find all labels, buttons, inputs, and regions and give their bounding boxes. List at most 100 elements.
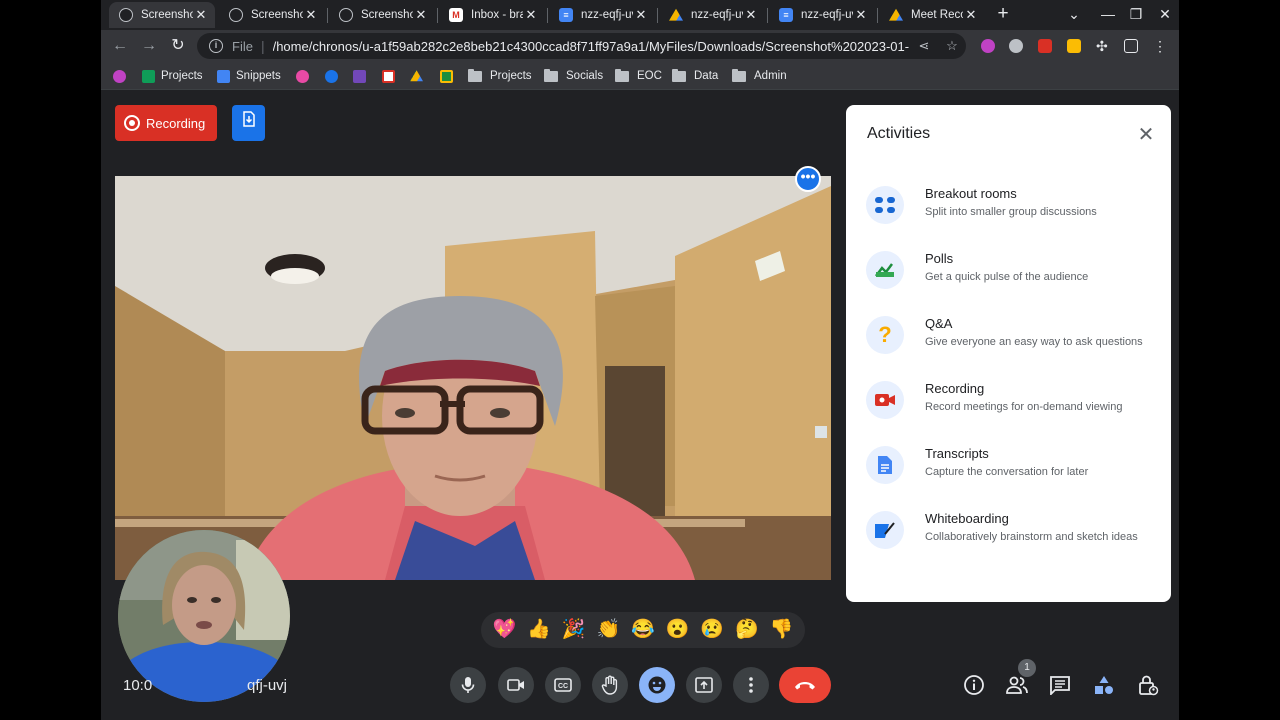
video-more-options-button[interactable]: ••• [795, 166, 821, 192]
leave-call-button[interactable] [779, 667, 831, 703]
reaction-sparkling-heart[interactable]: 💖 [489, 615, 519, 645]
extension-gray-icon[interactable] [1009, 39, 1023, 53]
info-icon[interactable]: i [209, 39, 223, 53]
tab-inbox[interactable]: M Inbox - bra ✕ [439, 2, 545, 28]
participant-video [115, 176, 831, 580]
raise-hand-icon [601, 675, 618, 695]
bookmark-forms[interactable] [353, 68, 372, 84]
close-tab-icon[interactable]: ✕ [413, 7, 429, 23]
bookmark-classroom[interactable] [440, 68, 459, 84]
side-panel-icon[interactable] [1124, 39, 1138, 53]
reactions-button[interactable] [639, 667, 675, 703]
close-tab-icon[interactable]: ✕ [193, 7, 209, 23]
close-panel-icon[interactable]: ✕ [1134, 123, 1158, 147]
forward-icon[interactable]: → [139, 36, 159, 56]
tab-screenshot-3[interactable]: Screenshot ✕ [329, 2, 435, 28]
meeting-details-button[interactable] [961, 672, 987, 698]
address-bar[interactable]: i File | /home/chronos/u-a1f59ab282c2e8b… [197, 33, 966, 59]
download-doc-icon [242, 111, 255, 127]
close-tab-icon[interactable]: ✕ [523, 7, 539, 23]
bookmark-snippets[interactable]: Snippets [217, 68, 281, 84]
bookmark-drive[interactable] [410, 68, 429, 84]
captions-button[interactable]: CC [545, 667, 581, 703]
reaction-party-popper[interactable]: 🎉 [559, 615, 589, 645]
extension-keep-icon[interactable] [1067, 39, 1081, 53]
activity-breakout-rooms[interactable]: Breakout rooms Split into smaller group … [866, 185, 1156, 229]
activity-description: Split into smaller group discussions [925, 206, 1097, 218]
drive-icon [669, 8, 683, 21]
bookmarks-bar: Projects Snippets Projects Socials EOC D… [101, 62, 1179, 90]
activity-whiteboarding[interactable]: Whiteboarding Collaboratively brainstorm… [866, 510, 1156, 554]
folder-icon [672, 68, 686, 82]
bookmark-folder-eoc[interactable]: EOC [615, 68, 662, 84]
tab-screenshot-1[interactable]: Screenshot ✕ [109, 2, 215, 28]
tab-title: Screenshot [251, 9, 303, 21]
bookmark-star-icon[interactable]: ☆ [938, 38, 966, 54]
new-tab-button[interactable]: + [992, 3, 1014, 25]
share-icon[interactable]: ⋖ [910, 38, 938, 54]
restore-icon[interactable]: ❐ [1125, 6, 1147, 23]
present-screen-button[interactable] [686, 667, 722, 703]
activities-button[interactable] [1091, 672, 1117, 698]
tab-docs-2[interactable]: ≡ nzz-eqfj-uvj ✕ [769, 2, 875, 28]
reaction-crying[interactable]: 😢 [697, 615, 727, 645]
host-lock-icon [1139, 675, 1159, 696]
tab-title: nzz-eqfj-uvj [801, 9, 853, 21]
bookmark-folder-data[interactable]: Data [672, 68, 718, 84]
tab-search-icon[interactable]: ⌄ [1063, 6, 1085, 23]
microphone-icon [461, 677, 475, 693]
close-tab-icon[interactable]: ✕ [963, 7, 979, 23]
bookmark-folder-socials[interactable]: Socials [544, 68, 603, 84]
tab-screenshot-2[interactable]: Screenshot ✕ [219, 2, 325, 28]
save-to-drive-button[interactable] [232, 105, 265, 141]
polls-icon [866, 251, 904, 289]
reaction-thumbs-down[interactable]: 👎 [767, 615, 797, 645]
minimize-icon[interactable]: — [1097, 6, 1119, 22]
tab-drive-1[interactable]: nzz-eqfj-uvj ✕ [659, 2, 765, 28]
reload-icon[interactable]: ↻ [168, 36, 188, 56]
chat-button[interactable] [1047, 672, 1073, 698]
reaction-thinking[interactable]: 🤔 [732, 615, 762, 645]
bookmark-blue-app[interactable] [325, 68, 344, 84]
extension-purple-icon[interactable] [981, 39, 995, 53]
reaction-clapping[interactable]: 👏 [593, 615, 623, 645]
close-window-icon[interactable]: ✕ [1154, 6, 1176, 23]
activity-polls[interactable]: Polls Get a quick pulse of the audience [866, 250, 1156, 294]
close-tab-icon[interactable]: ✕ [853, 7, 869, 23]
bookmark-folder-admin[interactable]: Admin [732, 68, 787, 84]
camera-button[interactable] [498, 667, 534, 703]
activity-name: Transcripts [925, 446, 989, 461]
recording-indicator-button[interactable]: Recording [115, 105, 217, 141]
raise-hand-button[interactable] [592, 667, 628, 703]
url-text[interactable]: /home/chronos/u-a1f59ab282c2e8beb21c4300… [273, 39, 910, 54]
close-tab-icon[interactable]: ✕ [633, 7, 649, 23]
reaction-surprised[interactable]: 😮 [663, 615, 693, 645]
reaction-tears-of-joy[interactable]: 😂 [628, 615, 658, 645]
host-controls-button[interactable] [1135, 672, 1161, 698]
participant-count-badge: 1 [1018, 659, 1036, 677]
docs-icon [217, 69, 230, 83]
tab-meet-recordings[interactable]: Meet Recor ✕ [879, 2, 985, 28]
tab-title: Meet Recor [911, 9, 963, 21]
microphone-button[interactable] [450, 667, 486, 703]
bookmark-app[interactable] [113, 68, 132, 84]
activity-recording[interactable]: Recording Record meetings for on-demand … [866, 380, 1156, 424]
extensions-puzzle-icon[interactable]: ✣ [1096, 39, 1110, 53]
extension-gmail-icon[interactable] [1038, 39, 1052, 53]
activity-transcripts[interactable]: Transcripts Capture the conversation for… [866, 445, 1156, 489]
forms-icon [353, 69, 366, 83]
bookmark-gmail[interactable] [382, 68, 401, 84]
activity-name: Recording [925, 381, 985, 396]
tab-docs-1[interactable]: ≡ nzz-eqfj-uvj ✕ [549, 2, 655, 28]
close-tab-icon[interactable]: ✕ [743, 7, 759, 23]
activity-qa[interactable]: ? Q&A Give everyone an easy way to ask q… [866, 315, 1156, 359]
back-icon[interactable]: ← [110, 36, 130, 56]
reaction-thumbs-up[interactable]: 👍 [524, 615, 554, 645]
browser-menu-icon[interactable]: ⋮ [1153, 39, 1167, 53]
bookmark-projects-sheet[interactable]: Projects [142, 68, 203, 84]
bookmark-folder-projects[interactable]: Projects [468, 68, 532, 84]
transcripts-icon [866, 446, 904, 484]
close-tab-icon[interactable]: ✕ [303, 7, 319, 23]
more-options-button[interactable] [733, 667, 769, 703]
bookmark-pink-app[interactable] [296, 68, 315, 84]
